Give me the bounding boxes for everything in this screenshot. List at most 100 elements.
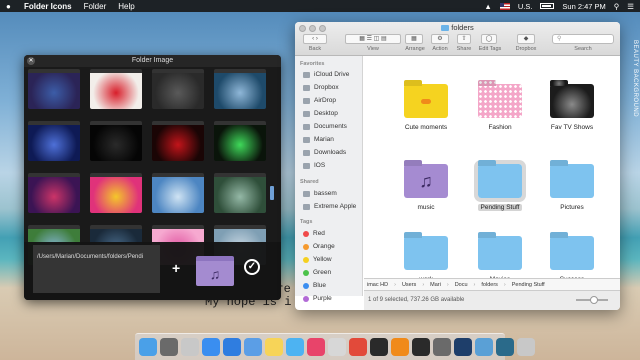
sidebar-item-favorite[interactable]: Desktop	[303, 110, 338, 117]
computer-icon	[303, 190, 310, 197]
menu-folder[interactable]: Folder	[84, 2, 107, 11]
sidebar-item-shared[interactable]: bassem	[303, 190, 337, 197]
safari-icon[interactable]	[223, 338, 241, 356]
path-segment[interactable]: folders	[481, 282, 498, 288]
view-buttons[interactable]: ▦ ☰ ◫ ▤	[345, 34, 401, 44]
sidebar-item-favorite[interactable]: Downloads	[303, 149, 346, 156]
folder-image-thumbnail[interactable]	[90, 121, 142, 161]
menu-extras: ▲ U.S. Sun 2:47 PM ⚲ ☰	[484, 2, 634, 11]
finder-icon[interactable]	[139, 338, 157, 356]
app-icon-2[interactable]	[433, 338, 451, 356]
path-segment[interactable]: Pending Stuff	[512, 282, 545, 288]
folder-item[interactable]: Fav TV Shows	[540, 84, 604, 131]
menu-bar: ● Folder Icons Folder Help ▲ U.S. Sun 2:…	[0, 0, 640, 12]
launchpad-icon[interactable]	[181, 338, 199, 356]
folder-icon	[404, 84, 448, 118]
beak-icon	[421, 98, 431, 104]
menu-help[interactable]: Help	[118, 2, 134, 11]
sidebar-item-favorite[interactable]: Documents	[303, 123, 347, 130]
folder-item[interactable]: Pending Stuff	[468, 160, 532, 211]
activity-icon[interactable]	[160, 338, 178, 356]
folder-item[interactable]: Fashion	[468, 84, 532, 131]
sidebar-item-tag[interactable]: Purple	[303, 295, 332, 302]
trash-icon[interactable]	[517, 338, 535, 356]
folder-image-thumbnail[interactable]	[28, 121, 80, 161]
panel-title: Folder Image	[131, 57, 174, 64]
close-icon[interactable]: ✕	[27, 57, 35, 65]
sidebar-item-favorite[interactable]: iCloud Drive	[303, 71, 349, 78]
path-segment[interactable]: imac HD	[367, 282, 388, 288]
folder-image-thumbnail[interactable]	[152, 173, 204, 213]
finder-alt-icon[interactable]	[286, 338, 304, 356]
folder-item-label: music	[417, 204, 435, 211]
window-title: folders	[295, 23, 620, 32]
folder-image-thumbnail[interactable]	[28, 173, 80, 213]
folder-item[interactable]: ♫ music	[394, 164, 458, 211]
folder-item[interactable]: Cute moments	[394, 84, 458, 131]
wifi-icon[interactable]: ▲	[484, 2, 491, 11]
chrome-icon[interactable]	[349, 338, 367, 356]
notification-center-icon[interactable]: ☰	[627, 2, 634, 11]
edit-tags-button[interactable]: ◯	[481, 34, 497, 44]
panel-resize-handle[interactable]	[270, 186, 274, 200]
path-segment[interactable]: Mari	[430, 282, 441, 288]
sidebar-item-tag[interactable]: Orange	[303, 243, 335, 250]
input-language[interactable]: U.S.	[518, 2, 533, 11]
search-input[interactable]: ⚲	[552, 34, 614, 44]
add-icon[interactable]: +	[172, 260, 180, 276]
sidebar-item-favorite[interactable]: IOS	[303, 162, 325, 169]
sidebar-item-tag[interactable]: Red	[303, 230, 325, 237]
sidebar-item-favorite[interactable]: AirDrop	[303, 97, 336, 104]
folder-image-thumbnail[interactable]	[28, 69, 80, 109]
clock[interactable]: Sun 2:47 PM	[562, 2, 605, 11]
path-separator-icon: ›	[394, 281, 396, 288]
sidebar-item-favorite[interactable]: Marian	[303, 136, 334, 143]
sidebar-item-tag[interactable]: Green	[303, 269, 331, 276]
app-icon-4[interactable]	[496, 338, 514, 356]
folder-image-thumbnail[interactable]	[90, 69, 142, 109]
folder-image-thumbnail[interactable]	[214, 173, 266, 213]
photoshop-icon[interactable]	[454, 338, 472, 356]
status-text: 1 of 9 selected, 737.26 GB available	[368, 297, 465, 303]
sidebar-item-tag[interactable]: Yellow	[303, 256, 332, 263]
share-button[interactable]: ⇧	[457, 34, 471, 44]
icon-size-slider[interactable]	[576, 296, 608, 304]
sidebar-item-favorite[interactable]: Dropbox	[303, 84, 339, 91]
sidebar-item-shared[interactable]: Extreme Apple	[303, 203, 356, 210]
folder-image-thumbnail[interactable]	[152, 121, 204, 161]
path-field[interactable]: /Users/Marian/Documents/folders/Pendi	[33, 245, 160, 293]
app-icon-3[interactable]	[475, 338, 493, 356]
path-segment[interactable]: Users	[402, 282, 416, 288]
mail-icon[interactable]	[244, 338, 262, 356]
spotlight-icon[interactable]: ⚲	[614, 2, 620, 11]
folder-item[interactable]: Success	[540, 236, 604, 283]
folder-image-thumbnail[interactable]	[90, 173, 142, 213]
path-segment[interactable]: Docu	[455, 282, 468, 288]
apply-check-icon[interactable]: ✓	[244, 259, 260, 275]
vlc-icon[interactable]	[391, 338, 409, 356]
terminal-icon[interactable]	[370, 338, 388, 356]
back-forward-button[interactable]: ‹ ›	[303, 34, 327, 44]
notes-icon[interactable]	[265, 338, 283, 356]
folder-item[interactable]: Pictures	[540, 164, 604, 211]
preview-icon[interactable]	[328, 338, 346, 356]
folder-image-thumbnail[interactable]	[214, 121, 266, 161]
panel-titlebar: ✕ Folder Image	[24, 55, 281, 67]
app-store-icon[interactable]	[202, 338, 220, 356]
battery-icon[interactable]	[540, 3, 555, 9]
dock	[135, 333, 535, 360]
sidebar-item-tag[interactable]: Blue	[303, 282, 326, 289]
app-icon-1[interactable]	[412, 338, 430, 356]
arrange-button[interactable]: ▦	[405, 34, 423, 44]
folder-item[interactable]: work	[394, 236, 458, 283]
folder-image-panel: ✕ Folder Image /Users/Marian/Documents/f…	[24, 55, 281, 300]
menu-app-name[interactable]: Folder Icons	[24, 2, 72, 11]
apple-menu-icon[interactable]: ●	[6, 2, 16, 11]
dropbox-button[interactable]: ◆	[517, 34, 535, 44]
folder-image-thumbnail[interactable]	[152, 69, 204, 109]
action-button[interactable]: ⚙	[431, 34, 449, 44]
folder-item[interactable]: Movies	[468, 236, 532, 283]
flag-icon[interactable]	[499, 2, 510, 10]
folder-image-thumbnail[interactable]	[214, 69, 266, 109]
itunes-icon[interactable]	[307, 338, 325, 356]
